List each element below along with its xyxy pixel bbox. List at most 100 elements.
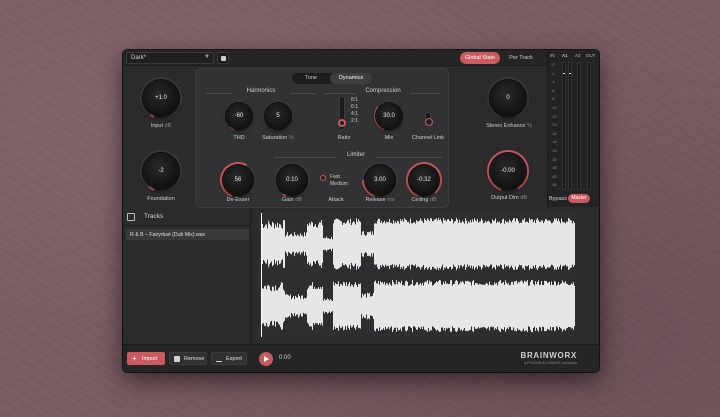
input-label: Input dB: [139, 123, 183, 129]
meter-scale-label: -48: [551, 182, 557, 188]
harmonics-title: Harmonics: [232, 88, 290, 94]
play-button[interactable]: [259, 352, 273, 366]
playhead: [261, 213, 262, 337]
meter-scale-label: -42: [551, 173, 557, 179]
remove-button[interactable]: Remove: [169, 352, 207, 365]
tab-bar: Tone Dynamics: [292, 73, 372, 84]
trash-icon: [174, 356, 180, 362]
chevron-down-icon: ▼: [204, 54, 210, 60]
release-unit: ms: [387, 197, 395, 203]
brand-subtitle: a PLUGIN ALLIANCE company: [524, 361, 577, 365]
gain-knob[interactable]: 0.10: [277, 165, 307, 195]
deesser-knob[interactable]: 56: [223, 165, 253, 195]
saturation-unit: %: [288, 135, 294, 141]
export-label: Export: [226, 356, 242, 362]
meter-scale-label: -8: [551, 96, 555, 102]
ceiling-label-text: Ceiling: [411, 197, 429, 203]
stereo-label-text: Stereo Enhance: [486, 123, 526, 129]
export-button[interactable]: Export: [211, 352, 247, 365]
limiter-title: Limiter: [336, 152, 376, 158]
save-preset-button[interactable]: [217, 52, 229, 64]
stereo-label: Stereo Enhance %: [479, 123, 539, 129]
meter-scale-label: -14: [551, 122, 557, 128]
ratio-handle[interactable]: [338, 119, 346, 127]
deesser-label: De-Esser: [226, 197, 250, 203]
output-dim-knob[interactable]: -0.00: [490, 153, 526, 189]
meter-scale-label: -30: [551, 156, 557, 162]
gain-label-text: Gain: [282, 197, 294, 203]
thd-value: -60: [234, 113, 244, 119]
global-state-toggle[interactable]: Global State: [460, 52, 500, 64]
gain-value: 0.10: [286, 177, 298, 183]
meter-scale-label: -24: [551, 148, 557, 153]
meter-bar: [562, 62, 566, 190]
mix-label: Mix: [384, 135, 394, 141]
saturation-label: Saturation %: [255, 135, 301, 141]
plus-icon: +: [132, 354, 137, 363]
bypass-label[interactable]: Bypass: [549, 196, 567, 202]
tracks-panel: Tracks R & B – Fairydust (Dub Mix).wav: [123, 208, 251, 344]
saturation-label-text: Saturation: [262, 135, 288, 141]
release-knob[interactable]: 3.00: [365, 165, 395, 195]
playback-time: 0:00: [279, 355, 291, 361]
attack-selector[interactable]: [320, 175, 326, 181]
ratio-options: 8:1 6:1 4:1 2:1: [351, 97, 358, 125]
master-button[interactable]: Master: [568, 194, 590, 203]
list-item[interactable]: R & B – Fairydust (Dub Mix).wav: [126, 229, 249, 240]
stereo-enhance-knob[interactable]: 0: [490, 80, 526, 116]
per-track-toggle[interactable]: Per Track: [503, 52, 539, 64]
input-unit: dB: [164, 123, 172, 129]
ratio-option[interactable]: 4:1: [351, 111, 358, 118]
meter-scale-label: -36: [551, 165, 557, 171]
meter-head: A1: [562, 53, 568, 58]
tab-dynamics[interactable]: Dynamics: [330, 73, 372, 84]
import-label: Import: [142, 356, 158, 362]
ratio-option[interactable]: 8:1: [351, 97, 358, 104]
meter-scale-label: -10: [551, 105, 557, 110]
ceiling-knob[interactable]: -0.32: [409, 165, 439, 195]
thd-label: THD: [233, 135, 245, 141]
level-meter: IN A1 A2 OUT -0 -2 -4 -6 -8 -10 -12 -14 -16 -18 -2…: [547, 50, 599, 207]
waveform-display[interactable]: [259, 213, 577, 337]
meter-head: OUT: [586, 53, 596, 58]
tracks-header: Tracks: [123, 208, 251, 226]
expand-icon[interactable]: [127, 213, 135, 221]
meter-scale-label: -4: [551, 79, 555, 85]
input-knob[interactable]: +1.0: [143, 80, 179, 116]
attack-option[interactable]: Fast: [330, 174, 348, 181]
meter-head: IN: [550, 53, 555, 58]
mix-value: 30.0: [383, 113, 395, 119]
attack-option[interactable]: Medium: [330, 181, 348, 188]
foundation-label: Foundation: [147, 196, 175, 202]
ratio-option[interactable]: 2:1: [351, 118, 358, 125]
gain-unit: dB: [295, 197, 302, 203]
plugin-window: Dark* ▼ Global State Per Track +1.0 Inpu…: [123, 50, 599, 372]
bottom-bar: + Import Remove Export 0:00 BRAINWORX a …: [123, 344, 599, 372]
tracks-title: Tracks: [144, 213, 164, 220]
saturation-knob[interactable]: 5: [265, 103, 291, 129]
top-bar: Dark* ▼ Global State Per Track: [123, 50, 599, 66]
mix-knob[interactable]: 30.0: [376, 103, 402, 129]
import-button[interactable]: + Import: [127, 352, 165, 365]
release-label: Release ms: [357, 197, 403, 203]
release-value: 3.00: [374, 177, 386, 183]
stereo-unit: %: [527, 123, 532, 129]
ratio-option[interactable]: 6:1: [351, 104, 358, 111]
foundation-knob[interactable]: -2: [143, 153, 179, 189]
waveform-graphic: [261, 213, 575, 337]
outputdim-label: Output Dim dB: [481, 195, 537, 201]
meter-scale-label: -12: [551, 113, 557, 119]
foundation-value: -2: [158, 168, 164, 174]
attack-label: Attack: [328, 197, 344, 203]
meter-head: A2: [575, 53, 581, 58]
ratio-selector[interactable]: [338, 96, 346, 130]
meter-scale-label: -6: [551, 87, 555, 93]
input-value: +1.0: [155, 95, 167, 101]
channel-link-label: Channel Link: [411, 135, 445, 141]
channel-link-toggle[interactable]: [425, 112, 433, 128]
preset-dropdown[interactable]: Dark* ▼: [126, 52, 214, 64]
deesser-value: 56: [234, 177, 242, 183]
tab-tone[interactable]: Tone: [292, 73, 330, 84]
attack-options: Fast Medium: [330, 174, 348, 188]
thd-knob[interactable]: -60: [226, 103, 252, 129]
